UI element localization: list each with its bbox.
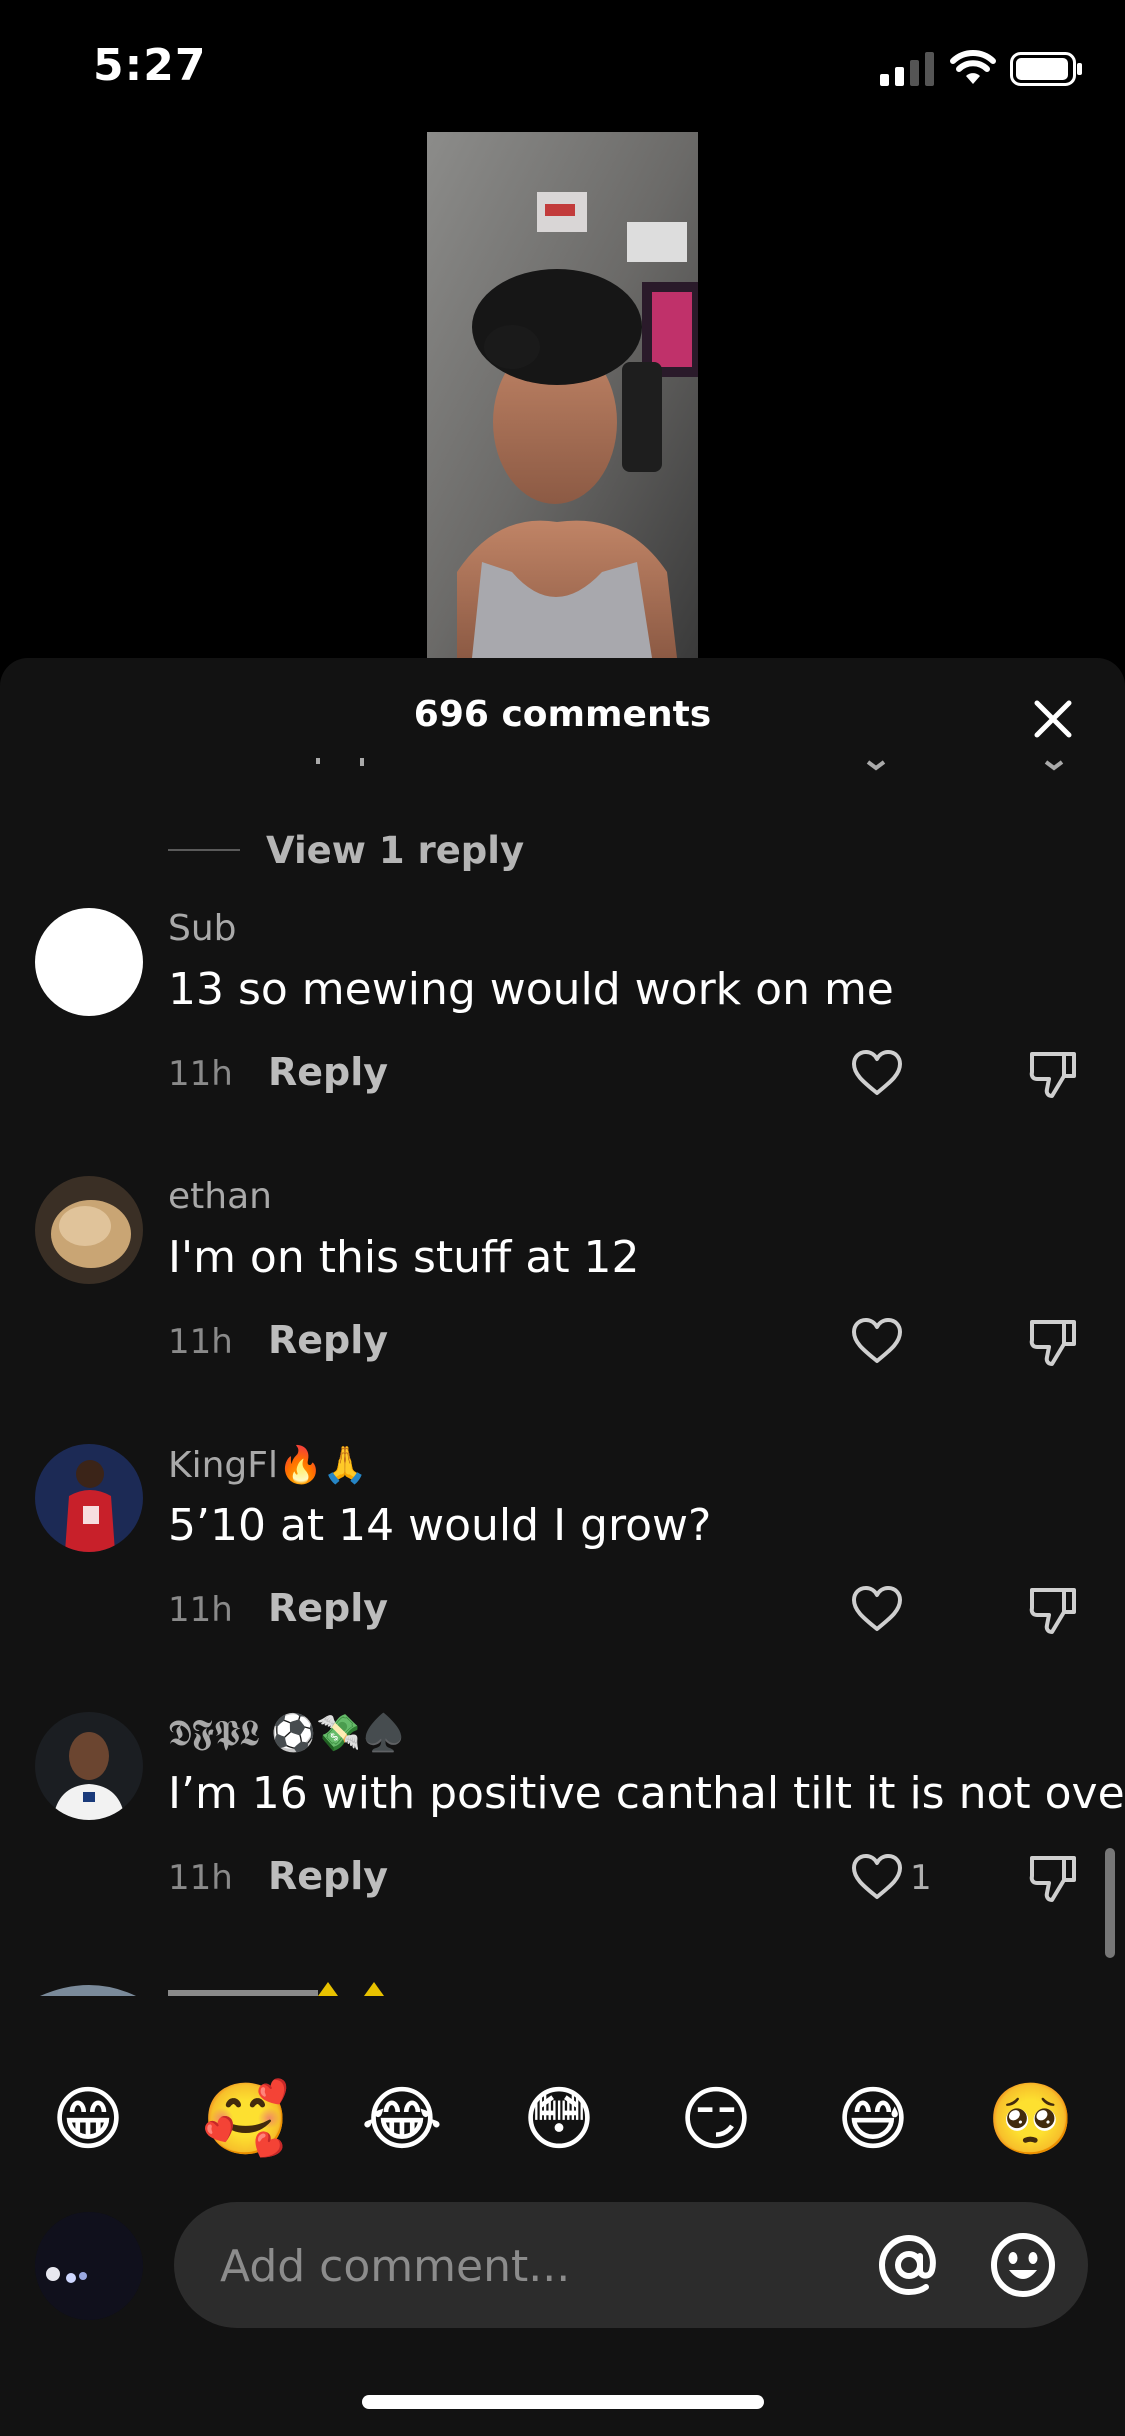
comment-time: 11h xyxy=(168,1054,233,1094)
comment-item: ethan I'm on this stuff at 12 11h Reply xyxy=(0,1176,1125,1444)
avatar[interactable] xyxy=(35,1712,143,1820)
reply-button[interactable]: Reply xyxy=(268,1318,388,1362)
heart-icon[interactable] xyxy=(850,1584,904,1634)
emoji-grin[interactable]: 😁 xyxy=(45,2076,131,2162)
heart-icon[interactable] xyxy=(850,1852,904,1902)
video-frame xyxy=(427,132,698,658)
comment-text: I'm on this stuff at 12 xyxy=(168,1232,640,1283)
partial-comment-fragment xyxy=(0,758,1125,786)
emoji-smirk[interactable]: 😏 xyxy=(673,2076,759,2162)
comment-input-box[interactable] xyxy=(174,2202,1088,2328)
mention-icon[interactable] xyxy=(874,2230,944,2300)
comment-username[interactable]: 𝕯𝕱𝕻𝕷 ⚽️💸♠️ xyxy=(168,1712,406,1755)
comment-item: Sub 13 so mewing would work on me 11h Re… xyxy=(0,908,1125,1176)
emoji-tears-of-joy[interactable]: 😂 xyxy=(359,2076,445,2162)
thumbs-down-icon[interactable] xyxy=(1028,1316,1078,1368)
comment-time: 11h xyxy=(168,1590,233,1630)
wifi-icon xyxy=(950,50,996,84)
thumbs-down-icon[interactable] xyxy=(1028,1048,1078,1100)
emoji-picker-icon[interactable] xyxy=(988,2230,1058,2300)
view-replies-button[interactable]: View 1 reply xyxy=(168,828,524,872)
my-avatar[interactable] xyxy=(35,2212,143,2320)
avatar[interactable] xyxy=(35,1444,143,1552)
comment-username[interactable]: Sub xyxy=(168,908,237,949)
thumbs-down-icon[interactable] xyxy=(1028,1852,1078,1904)
comment-item: KingFl🔥🙏 5’10 at 14 would I grow? 11h Re… xyxy=(0,1444,1125,1712)
emoji-bar: 😁 🥰 😂 😳 😏 😅 🥺 xyxy=(0,2068,1125,2178)
like-count: 1 xyxy=(910,1858,932,1898)
video-thumbnail[interactable] xyxy=(427,132,698,658)
reply-button[interactable]: Reply xyxy=(268,1586,388,1630)
comment-item: 𝕯𝕱𝕻𝕷 ⚽️💸♠️ I’m 16 with positive canthal … xyxy=(0,1712,1125,1980)
scrollbar[interactable] xyxy=(1105,1848,1115,1958)
comment-username[interactable]: KingFl🔥🙏 xyxy=(168,1444,368,1486)
emoji-smiling-hearts[interactable]: 🥰 xyxy=(202,2076,289,2162)
avatar[interactable] xyxy=(35,908,143,1016)
heart-icon[interactable] xyxy=(850,1316,904,1366)
heart-icon[interactable] xyxy=(850,1048,904,1098)
reply-divider-line xyxy=(168,849,240,851)
comment-time: 11h xyxy=(168,1858,233,1898)
comment-time: 11h xyxy=(168,1322,233,1362)
emoji-sweat-smile[interactable]: 😅 xyxy=(830,2076,916,2162)
emoji-pleading[interactable]: 🥺 xyxy=(987,2076,1074,2162)
cellular-signal-icon xyxy=(880,52,934,86)
status-bar: 5:27 xyxy=(0,0,1125,140)
partial-next-comment xyxy=(0,1980,1125,1996)
home-indicator[interactable] xyxy=(362,2395,764,2409)
status-time: 5:27 xyxy=(93,40,207,91)
reply-button[interactable]: Reply xyxy=(268,1854,388,1898)
comment-text: 13 so mewing would work on me xyxy=(168,964,894,1015)
view-replies-label: View 1 reply xyxy=(266,828,525,872)
comment-input-row xyxy=(0,2196,1125,2336)
comment-username[interactable]: ethan xyxy=(168,1176,272,1217)
battery-icon xyxy=(1010,52,1082,86)
comment-count: 696 comments xyxy=(413,694,712,735)
comment-text: I’m 16 with positive canthal tilt it is … xyxy=(168,1768,1125,1819)
close-icon[interactable] xyxy=(1028,694,1078,744)
thumbs-down-icon[interactable] xyxy=(1028,1584,1078,1636)
reply-button[interactable]: Reply xyxy=(268,1050,388,1094)
comment-input[interactable] xyxy=(218,2232,822,2300)
avatar[interactable] xyxy=(35,1176,143,1284)
comment-text: 5’10 at 14 would I grow? xyxy=(168,1500,712,1551)
emoji-flushed[interactable]: 😳 xyxy=(516,2076,602,2162)
